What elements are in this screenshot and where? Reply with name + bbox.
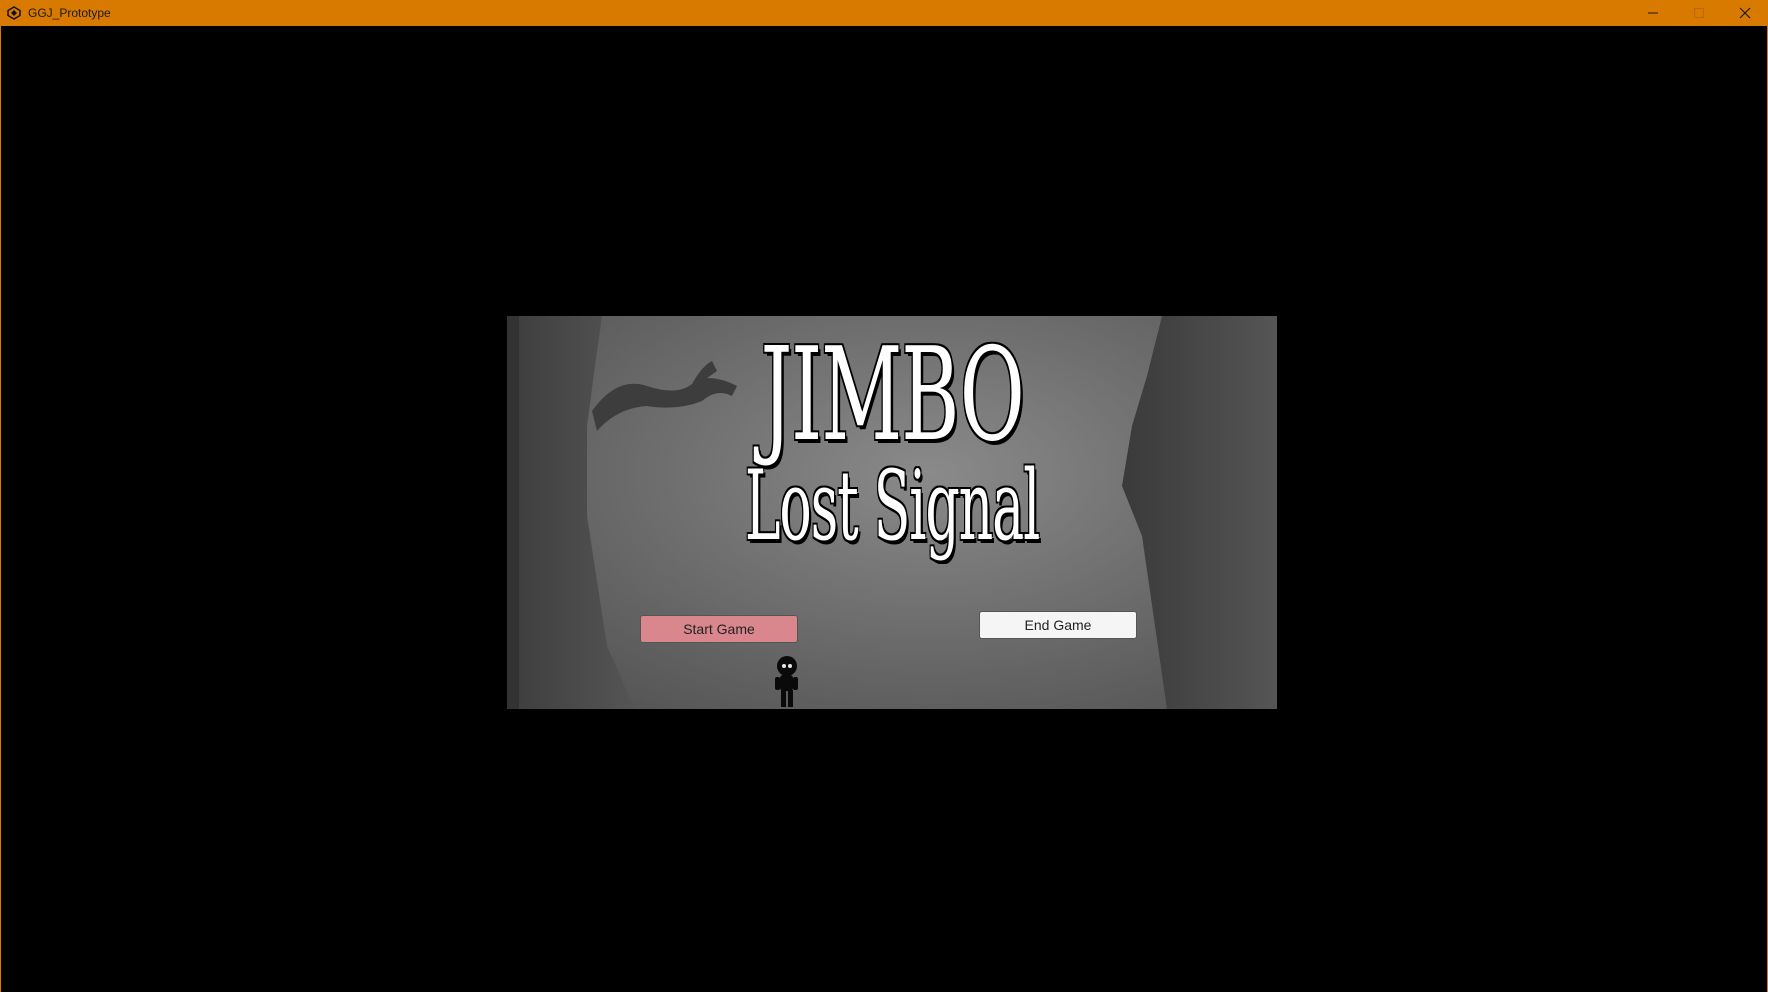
close-button[interactable] <box>1722 0 1768 26</box>
game-title: JIMBO <box>760 321 1024 470</box>
end-game-button[interactable]: End Game <box>979 611 1137 639</box>
game-subtitle: Lost Signal <box>744 450 1040 562</box>
window-title: GGJ_Prototype <box>28 6 111 20</box>
game-viewport[interactable]: JIMBO Lost Signal Start Game End Game <box>507 316 1277 709</box>
close-icon <box>1739 7 1751 19</box>
window-titlebar[interactable]: GGJ_Prototype <box>0 0 1768 26</box>
jimbo-character <box>775 656 798 707</box>
unity-icon <box>6 5 22 21</box>
minimize-icon <box>1648 12 1658 14</box>
maximize-button[interactable] <box>1676 0 1722 26</box>
minimize-button[interactable] <box>1630 0 1676 26</box>
game-window: GGJ_Prototype JIMBO Lost Signal Start Ga… <box>0 0 1768 992</box>
window-border-left <box>0 26 1 992</box>
right-rock <box>1122 316 1277 709</box>
start-game-button[interactable]: Start Game <box>640 615 798 643</box>
left-tree-trunk <box>507 316 635 709</box>
maximize-icon <box>1694 8 1704 18</box>
window-controls <box>1630 0 1768 26</box>
